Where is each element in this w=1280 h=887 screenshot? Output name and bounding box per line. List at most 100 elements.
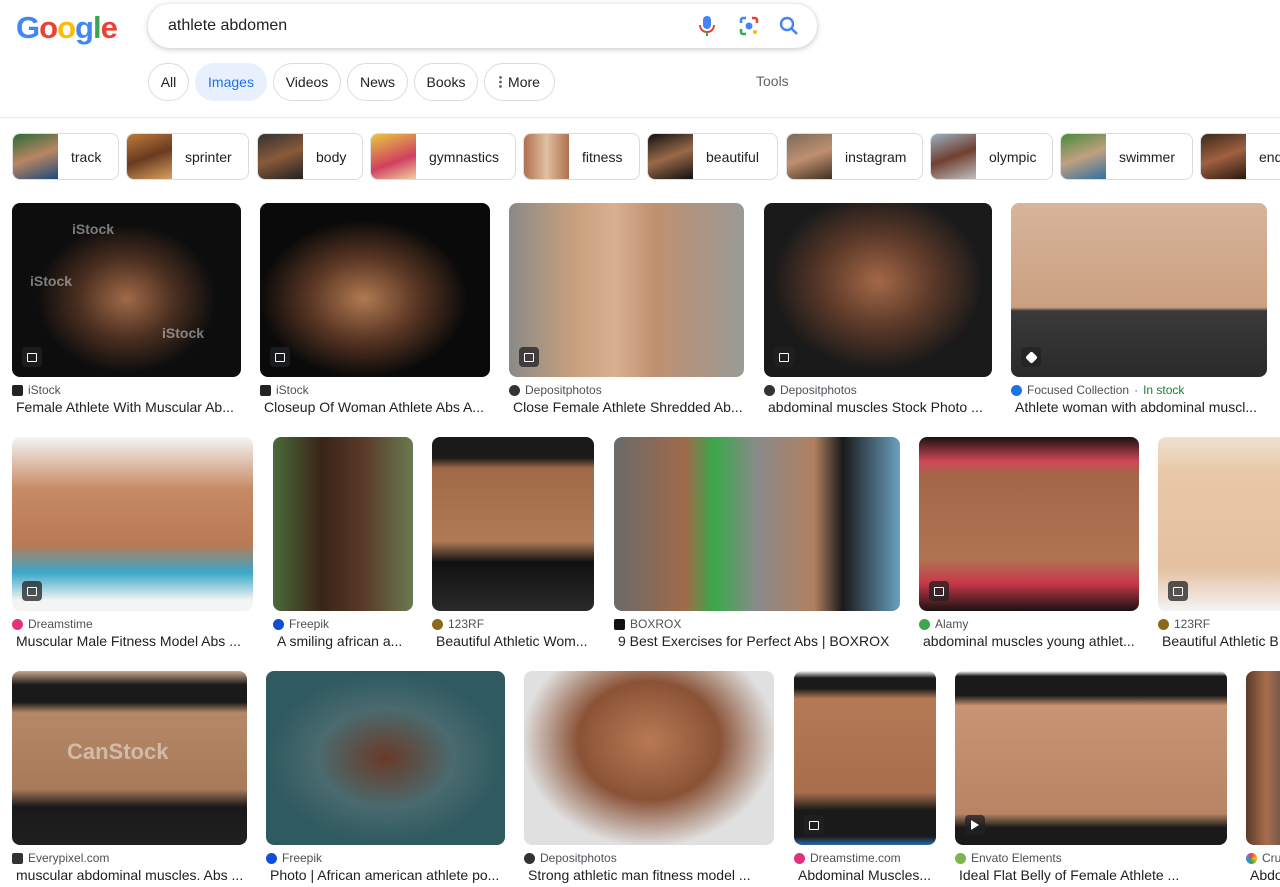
result-title[interactable]: Close Female Athlete Shredded Ab... xyxy=(509,399,744,415)
result-source[interactable]: Dreamstime.com xyxy=(794,851,936,865)
result-source[interactable]: iStock xyxy=(260,383,490,397)
result-source[interactable]: Depositphotos xyxy=(764,383,992,397)
image-result[interactable]: Envato Elements Ideal Flat Belly of Fema… xyxy=(955,671,1227,883)
chip-gymnastics[interactable]: gymnastics xyxy=(370,133,516,180)
chip-thumbnail xyxy=(931,134,976,179)
result-title[interactable]: muscular abdominal muscles. Abs ... xyxy=(12,867,247,883)
result-title[interactable]: A smiling african a... xyxy=(273,633,413,649)
image-result[interactable]: Dreamstime Muscular Male Fitness Model A… xyxy=(12,437,253,649)
result-thumbnail[interactable] xyxy=(509,203,744,377)
result-title[interactable]: Athlete woman with abdominal muscl... xyxy=(1011,399,1267,415)
result-source[interactable]: Freepik xyxy=(273,617,413,631)
result-thumbnail[interactable] xyxy=(12,437,253,611)
result-source[interactable]: BOXROX xyxy=(614,617,900,631)
image-result[interactable]: iStock Closeup Of Woman Athlete Abs A... xyxy=(260,203,490,415)
result-thumbnail[interactable]: iStock iStock iStock xyxy=(12,203,241,377)
image-result[interactable]: CanStock Everypixel.com muscular abdomin… xyxy=(12,671,247,883)
camera-lens-icon[interactable] xyxy=(738,15,760,37)
source-label: Envato Elements xyxy=(971,851,1062,865)
result-title[interactable]: Closeup Of Woman Athlete Abs A... xyxy=(260,399,490,415)
tab-news[interactable]: News xyxy=(347,63,408,101)
result-source[interactable]: 123RF xyxy=(432,617,594,631)
result-source[interactable]: Everypixel.com xyxy=(12,851,247,865)
chip-body[interactable]: body xyxy=(257,133,363,180)
result-source[interactable]: Cru xyxy=(1246,851,1280,865)
result-title[interactable]: Female Athlete With Muscular Ab... xyxy=(12,399,241,415)
result-title[interactable]: Abdominal Muscles... xyxy=(794,867,936,883)
chip-beautiful[interactable]: beautiful xyxy=(647,133,778,180)
result-thumbnail[interactable]: CanStock xyxy=(12,671,247,845)
result-source[interactable]: Depositphotos xyxy=(524,851,774,865)
result-thumbnail[interactable] xyxy=(919,437,1139,611)
image-result[interactable]: Freepik A smiling african a... xyxy=(273,437,413,649)
tab-images[interactable]: Images xyxy=(195,63,267,101)
result-thumbnail[interactable] xyxy=(1246,671,1280,845)
image-result[interactable]: 123RF Beautiful Athletic B... xyxy=(1158,437,1280,649)
search-input[interactable] xyxy=(168,4,668,48)
tools-button[interactable]: Tools xyxy=(756,73,789,89)
chip-instagram[interactable]: instagram xyxy=(786,133,923,180)
result-title[interactable]: Beautiful Athletic Wom... xyxy=(432,633,594,649)
microphone-icon[interactable] xyxy=(696,15,718,37)
result-title[interactable]: Beautiful Athletic B... xyxy=(1158,633,1280,649)
result-thumbnail[interactable] xyxy=(260,203,490,377)
result-thumbnail[interactable] xyxy=(794,671,936,845)
depositphotos-favicon-icon xyxy=(764,384,775,396)
result-thumbnail[interactable] xyxy=(273,437,413,611)
result-source[interactable]: Alamy xyxy=(919,617,1139,631)
result-thumbnail[interactable] xyxy=(1158,437,1280,611)
result-thumbnail[interactable] xyxy=(266,671,505,845)
image-result[interactable]: Alamy abdominal muscles young athlet... xyxy=(919,437,1139,649)
chip-label: track xyxy=(71,148,102,165)
result-title[interactable]: Abdo... xyxy=(1246,867,1280,883)
chip-sprinter[interactable]: sprinter xyxy=(126,133,249,180)
google-logo[interactable]: Google xyxy=(16,10,118,46)
result-source[interactable]: iStock xyxy=(12,383,241,397)
chip-olympic[interactable]: olympic xyxy=(930,133,1053,180)
image-result[interactable]: iStock iStock iStock iStock Female Athle… xyxy=(12,203,241,415)
image-result[interactable]: Depositphotos Strong athletic man fitnes… xyxy=(524,671,774,883)
result-source[interactable]: 123RF xyxy=(1158,617,1280,631)
result-title[interactable]: Strong athletic man fitness model ... xyxy=(524,867,774,883)
result-title[interactable]: Photo | African american athlete po... xyxy=(266,867,505,883)
result-title[interactable]: Muscular Male Fitness Model Abs ... xyxy=(12,633,253,649)
result-title[interactable]: Ideal Flat Belly of Female Athlete ... xyxy=(955,867,1227,883)
chip-track[interactable]: track xyxy=(12,133,119,180)
image-result[interactable]: Cru Abdo... xyxy=(1246,671,1280,883)
image-result[interactable]: Depositphotos abdominal muscles Stock Ph… xyxy=(764,203,992,415)
result-source[interactable]: Dreamstime xyxy=(12,617,253,631)
more-vert-icon xyxy=(499,76,502,88)
result-thumbnail[interactable] xyxy=(955,671,1227,845)
result-source[interactable]: Focused Collection · In stock xyxy=(1011,383,1267,397)
result-title[interactable]: abdominal muscles young athlet... xyxy=(919,633,1139,649)
image-result[interactable]: Focused Collection · In stock Athlete woma… xyxy=(1011,203,1267,415)
tab-all[interactable]: All xyxy=(148,63,189,101)
result-thumbnail[interactable] xyxy=(432,437,594,611)
chip-thumbnail xyxy=(371,134,416,179)
tab-more[interactable]: More xyxy=(484,63,555,101)
result-thumbnail[interactable] xyxy=(524,671,774,845)
image-result[interactable]: 123RF Beautiful Athletic Wom... xyxy=(432,437,594,649)
tab-videos[interactable]: Videos xyxy=(273,63,341,101)
result-title[interactable]: abdominal muscles Stock Photo ... xyxy=(764,399,992,415)
123rf-favicon-icon xyxy=(1158,618,1169,630)
result-thumbnail[interactable] xyxy=(1011,203,1267,377)
result-thumbnail[interactable] xyxy=(764,203,992,377)
image-result[interactable]: Depositphotos Close Female Athlete Shred… xyxy=(509,203,744,415)
result-source[interactable]: Depositphotos xyxy=(509,383,744,397)
chip-fitness[interactable]: fitness xyxy=(523,133,640,180)
image-result[interactable]: BOXROX 9 Best Exercises for Perfect Abs … xyxy=(614,437,900,649)
tab-books[interactable]: Books xyxy=(414,63,478,101)
result-thumbnail[interactable] xyxy=(614,437,900,611)
search-icon[interactable] xyxy=(778,15,800,37)
result-title[interactable]: 9 Best Exercises for Perfect Abs | BOXRO… xyxy=(614,633,900,649)
image-result[interactable]: Freepik Photo | African american athlete… xyxy=(266,671,505,883)
image-result[interactable]: Dreamstime.com Abdominal Muscles... xyxy=(794,671,936,883)
image-icon xyxy=(519,347,539,367)
image-icon xyxy=(1168,581,1188,601)
chip-swimmer[interactable]: swimmer xyxy=(1060,133,1193,180)
result-source[interactable]: Envato Elements xyxy=(955,851,1227,865)
chip-end[interactable]: end xyxy=(1200,133,1280,180)
watermark: iStock xyxy=(30,273,73,289)
result-source[interactable]: Freepik xyxy=(266,851,505,865)
